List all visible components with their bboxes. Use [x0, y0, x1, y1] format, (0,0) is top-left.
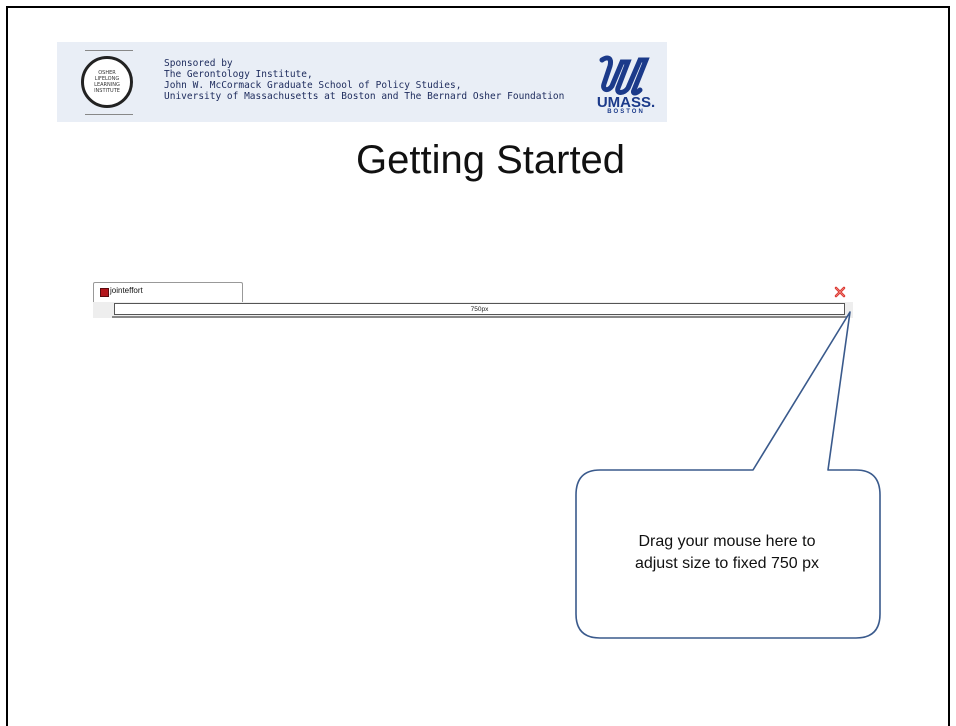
callout-line: Drag your mouse here to: [638, 533, 816, 550]
callout-text: Drag your mouse here to adjust size to f…: [590, 531, 864, 575]
callout-bubble: [575, 311, 881, 639]
callout-line: adjust size to fixed 750 px: [634, 555, 820, 572]
